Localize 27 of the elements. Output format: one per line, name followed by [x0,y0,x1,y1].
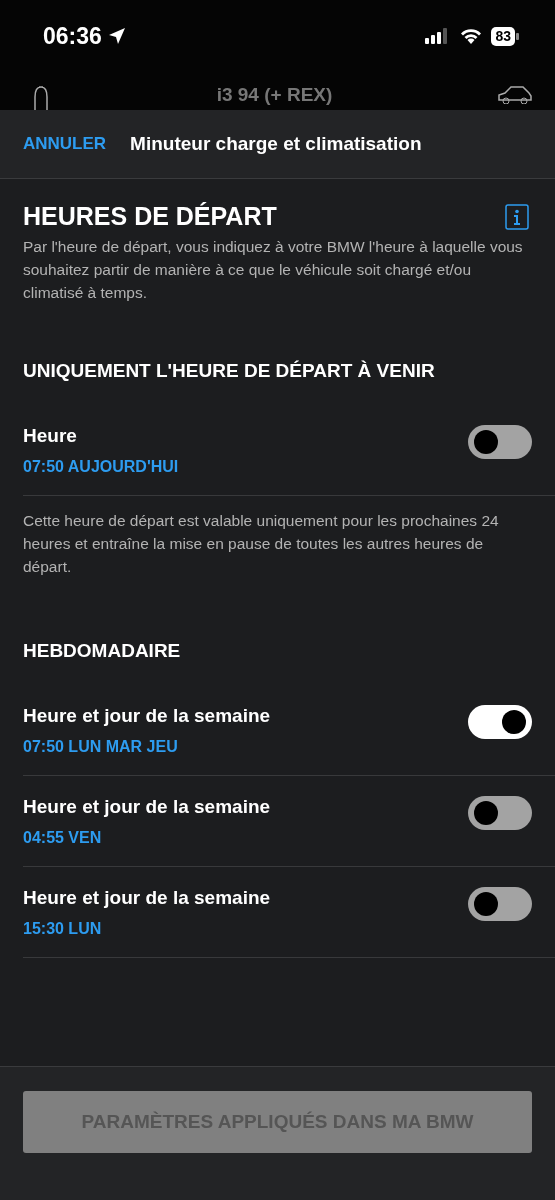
group-title: HEBDOMADAIRE [22,640,182,662]
cancel-link[interactable]: ANNULER [23,134,107,154]
toggle-switch[interactable] [468,705,532,739]
departure-time[interactable]: 15:30 LUN [23,920,468,938]
signal-icon [425,28,450,44]
toggle-switch[interactable] [468,796,532,830]
departure-time[interactable]: 07:50 LUN MAR JEU [23,738,468,756]
row-label: Heure et jour de la semaine [23,796,272,818]
screen-title: Minuteur charge et climatisation [130,133,422,155]
wifi-icon [459,27,484,45]
hint-text: Cette heure de départ est valable uniquement pour les prochaines 24 heures et entraîne la mise en pause de toutes les autres heures de départ. [22,511,500,577]
group-title: UNIQUEMENT L'HEURE DE DÉPART À VENIR [22,360,436,382]
info-icon[interactable] [505,203,529,230]
toggle-switch[interactable] [468,887,532,921]
clock-time: 06:36 [43,22,102,50]
row-label: Heure et jour de la semaine [23,887,272,909]
row-label: Heure et jour de la semaine [23,705,272,727]
vehicle-name: i3 94 (+ REX) [216,84,333,106]
toggle-switch[interactable] [468,425,532,459]
battery-tip-icon [516,32,519,40]
departure-time[interactable]: 07:50 AUJOURD'HUI [23,458,468,476]
row-label: Heure [23,425,78,447]
section-heading: HEURES DE DÉPART [23,202,277,231]
car-icon [497,84,533,104]
battery-level: 83 [491,26,515,46]
departure-time[interactable]: 04:55 VEN [23,829,468,847]
description-text: Par l'heure de départ, vous indiquez à votre BMW l'heure à laquelle vous souhaitez partir de manière à ce que le véhicule soit chargé et/ou climatisé à temps. [22,237,524,303]
